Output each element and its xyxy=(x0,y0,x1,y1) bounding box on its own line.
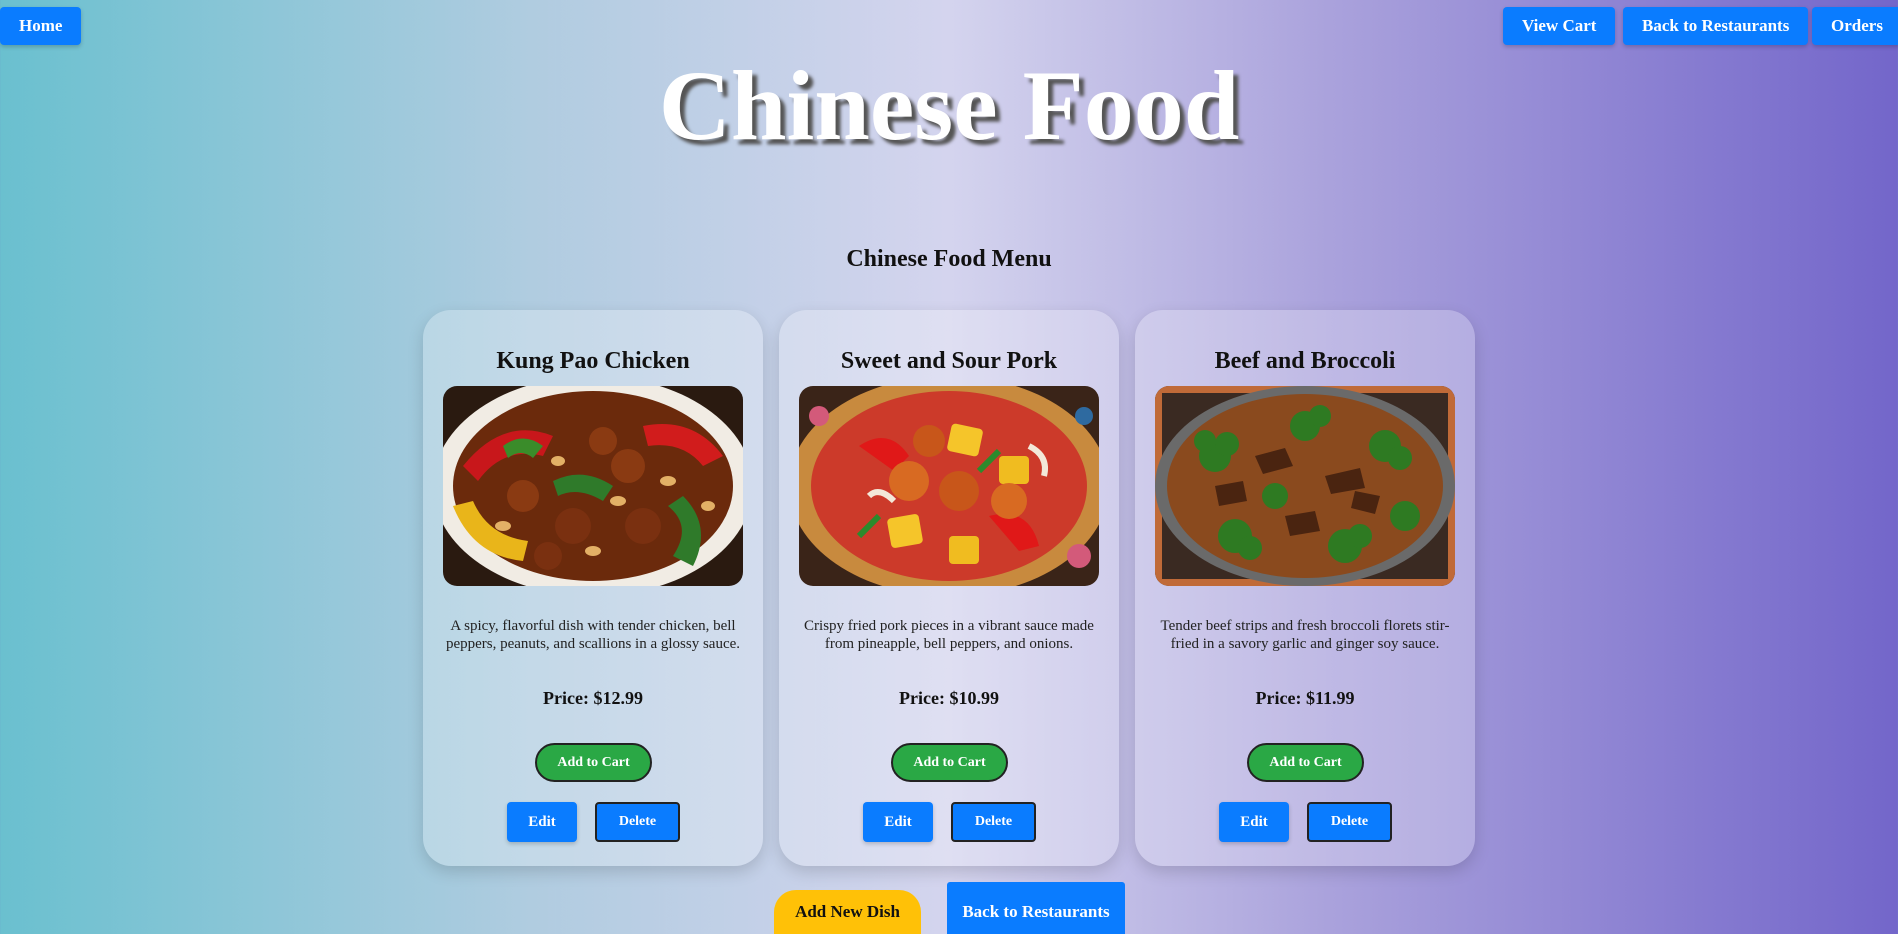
edit-button[interactable]: Edit xyxy=(507,802,577,842)
dish-image-sweet-and-sour-pork xyxy=(799,386,1099,586)
dish-name: Beef and Broccoli xyxy=(1214,348,1396,374)
delete-button[interactable]: Delete xyxy=(951,802,1036,842)
dish-image-kung-pao-chicken xyxy=(443,386,743,586)
add-to-cart-button[interactable]: Add to Cart xyxy=(535,743,652,782)
dish-card: Kung Pao Chicken A spicy, flavorful dish… xyxy=(423,310,763,866)
dish-card: Sweet and Sour Pork Crispy fried pork pi… xyxy=(779,310,1119,866)
dish-card-list: Kung Pao Chicken A spicy, flavorful dish… xyxy=(423,310,1475,866)
dish-name: Kung Pao Chicken xyxy=(496,348,690,374)
dish-image-beef-and-broccoli xyxy=(1155,386,1455,586)
dish-description: Crispy fried pork pieces in a vibrant sa… xyxy=(804,618,1094,652)
dish-price: Price: $10.99 xyxy=(899,688,999,708)
delete-button[interactable]: Delete xyxy=(595,802,680,842)
add-to-cart-button[interactable]: Add to Cart xyxy=(891,743,1008,782)
edit-button[interactable]: Edit xyxy=(863,802,933,842)
delete-button[interactable]: Delete xyxy=(1307,802,1392,842)
back-to-restaurants-button[interactable]: Back to Restaurants xyxy=(1623,7,1809,45)
page-title: Chinese Food xyxy=(658,50,1240,161)
dish-description: Tender beef strips and fresh broccoli fl… xyxy=(1160,618,1450,652)
view-cart-button[interactable]: View Cart xyxy=(1503,7,1616,45)
dish-card: Beef and Broccoli Tender beef strips and… xyxy=(1135,310,1475,866)
dish-price: Price: $12.99 xyxy=(543,688,643,708)
dish-price: Price: $11.99 xyxy=(1255,688,1355,708)
edit-button[interactable]: Edit xyxy=(1219,802,1289,842)
home-button[interactable]: Home xyxy=(0,7,82,45)
back-to-restaurants-bottom-button[interactable]: Back to Restaurants xyxy=(947,882,1125,934)
dish-name: Sweet and Sour Pork xyxy=(840,348,1058,374)
add-to-cart-button[interactable]: Add to Cart xyxy=(1247,743,1364,782)
dish-description: A spicy, flavorful dish with tender chic… xyxy=(445,618,741,652)
orders-button[interactable]: Orders xyxy=(1812,7,1898,45)
menu-heading: Chinese Food Menu xyxy=(846,246,1052,272)
add-new-dish-button[interactable]: Add New Dish xyxy=(774,890,921,934)
